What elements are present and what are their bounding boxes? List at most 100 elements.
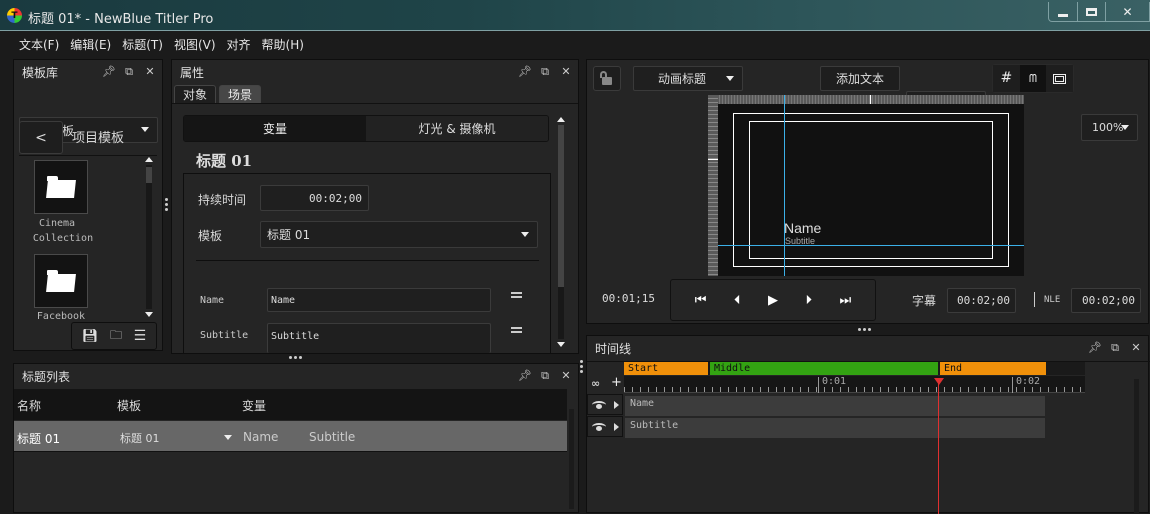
skip-to-start-icon[interactable]: ⏮	[695, 293, 707, 308]
canvas-text-subtitle[interactable]: Subtitle	[785, 236, 815, 246]
menu-view[interactable]: 视图(V)	[174, 36, 216, 53]
chevron-down-icon[interactable]	[224, 435, 232, 440]
skip-to-end-icon[interactable]: ⏭	[840, 293, 852, 308]
title-list-panel: 标题列表 📌︎ ⧉ ✕ 名称 模板 变量 标题 01 标题 01 Name Su…	[13, 363, 579, 513]
splitter-handle[interactable]	[165, 198, 168, 211]
menu-edit[interactable]: 编辑(E)	[70, 36, 111, 53]
column-name[interactable]: 名称	[17, 397, 41, 414]
link-icon[interactable]: ∞	[591, 377, 600, 390]
eye-icon[interactable]	[592, 422, 606, 431]
row-var-name: Name	[243, 430, 279, 444]
template-thumbnail	[34, 254, 88, 308]
step-forward-icon[interactable]: ⏵︎	[806, 293, 813, 308]
timeline-scrollbar[interactable]	[1134, 379, 1139, 514]
pin-icon[interactable]: 📌︎	[102, 65, 116, 79]
column-template[interactable]: 模板	[117, 397, 141, 414]
variable-subtitle-input[interactable]: Subtitle	[267, 323, 491, 353]
float-icon[interactable]: ⧉	[539, 65, 551, 79]
template-item[interactable]: Facebook	[34, 254, 88, 320]
menu-text[interactable]: 文本(F)	[19, 36, 59, 53]
grid-icon[interactable]: #	[993, 65, 1020, 92]
vertical-ruler	[708, 95, 718, 276]
float-icon[interactable]: ⧉	[123, 65, 135, 79]
float-icon[interactable]: ⧉	[539, 369, 551, 383]
save-template-icon[interactable]: 💾︎	[82, 329, 99, 344]
track-subtitle[interactable]: Subtitle	[625, 418, 1045, 438]
template-item[interactable]: Cinema	[34, 160, 88, 231]
library-scrollbar[interactable]	[145, 157, 153, 317]
column-variables[interactable]: 变量	[242, 397, 266, 414]
back-button[interactable]: <	[19, 121, 63, 154]
lock-button[interactable]	[593, 66, 621, 91]
vertical-guide[interactable]	[784, 95, 785, 276]
properties-scrollbar[interactable]	[557, 117, 565, 347]
close-panel-icon[interactable]: ✕	[144, 65, 156, 79]
close-panel-icon[interactable]: ✕	[560, 369, 572, 383]
panel-title: 模板库	[22, 65, 59, 80]
new-folder-icon[interactable]: 🗀︎	[110, 326, 122, 347]
time-ruler[interactable]: 0:01 0:02	[624, 376, 1085, 393]
list-view-icon[interactable]: ☰	[134, 328, 147, 344]
segment-start[interactable]: Start	[624, 362, 708, 375]
drag-handle-icon[interactable]	[511, 327, 522, 333]
tab-object[interactable]: 对象	[174, 85, 217, 103]
duration-field[interactable]: 00:02;00	[260, 185, 369, 211]
template-select[interactable]: 标题 01	[260, 221, 538, 248]
splitter-handle[interactable]	[580, 360, 583, 373]
segment-end[interactable]: End	[940, 362, 1046, 375]
menu-help[interactable]: 帮助(H)	[262, 36, 304, 53]
ruler-icon[interactable]: ᗰ	[1020, 65, 1047, 92]
menu-title[interactable]: 标题(T)	[122, 36, 163, 53]
drag-handle-icon[interactable]	[511, 292, 522, 298]
title-list-scrollbar[interactable]	[569, 409, 574, 509]
close-panel-icon[interactable]: ✕	[1130, 341, 1142, 355]
splitter-handle[interactable]	[858, 328, 871, 331]
tab-scene[interactable]: 场景	[219, 85, 262, 103]
pin-icon[interactable]: 📌︎	[1088, 341, 1102, 355]
track-name[interactable]: Name	[625, 396, 1045, 416]
panel-title: 属性	[180, 65, 205, 80]
pin-icon[interactable]: 📌︎	[518, 369, 532, 383]
pin-icon[interactable]: 📌︎	[518, 65, 532, 79]
subtab-variables[interactable]: 变量	[184, 116, 366, 141]
minimize-icon	[1058, 13, 1068, 17]
variable-name-input[interactable]: Name	[267, 288, 491, 312]
canvas-text-name[interactable]: Name	[784, 220, 821, 236]
segment-middle[interactable]: Middle	[710, 362, 938, 375]
subtab-lights-camera[interactable]: 灯光 & 摄像机	[366, 116, 548, 141]
row-template: 标题 01	[120, 432, 160, 445]
menu-align[interactable]: 对齐	[227, 36, 251, 53]
minimize-button[interactable]	[1049, 2, 1077, 22]
playhead-handle[interactable]	[934, 378, 944, 385]
add-track-icon[interactable]: +	[611, 375, 622, 390]
nle-duration-field[interactable]: 00:02;00	[1071, 288, 1141, 313]
scroll-down-icon[interactable]	[145, 312, 153, 317]
caption-duration-field[interactable]: 00:02;00	[947, 288, 1016, 313]
preview-canvas[interactable]: Name Subtitle	[708, 95, 1024, 276]
table-row[interactable]: 标题 01 标题 01 Name Subtitle	[14, 421, 567, 452]
splitter-handle[interactable]	[289, 356, 302, 359]
horizontal-guide[interactable]	[718, 245, 1024, 246]
close-button[interactable]: ✕	[1105, 2, 1149, 22]
variables-box: 持续时间 00:02;00 模板 标题 01 Name Name Subtitl…	[183, 173, 551, 353]
zoom-select[interactable]: 100%	[1081, 114, 1138, 141]
mode-select[interactable]: 动画标题	[633, 66, 743, 91]
maximize-button[interactable]	[1077, 2, 1105, 22]
row-name: 标题 01	[17, 432, 61, 446]
play-icon[interactable]: ▶	[768, 293, 778, 308]
safe-area-icon[interactable]	[1046, 65, 1074, 92]
lock-open-icon	[600, 71, 612, 85]
step-back-icon[interactable]: ⏴︎	[734, 293, 741, 308]
scroll-up-icon[interactable]	[145, 157, 153, 162]
expand-icon[interactable]	[614, 400, 619, 409]
add-text-button[interactable]: 添加文本	[820, 66, 900, 91]
close-panel-icon[interactable]: ✕	[560, 65, 572, 79]
expand-icon[interactable]	[614, 422, 619, 431]
menu-bar: 文本(F) 编辑(E) 标题(T) 视图(V) 对齐 帮助(H)	[5, 31, 1150, 58]
float-icon[interactable]: ⧉	[1109, 341, 1121, 355]
scroll-down-icon[interactable]	[557, 342, 565, 347]
scroll-up-icon[interactable]	[557, 117, 565, 122]
eye-icon[interactable]	[592, 400, 606, 409]
mode-select-value: 动画标题	[657, 72, 706, 86]
panel-title: 标题列表	[22, 369, 71, 384]
